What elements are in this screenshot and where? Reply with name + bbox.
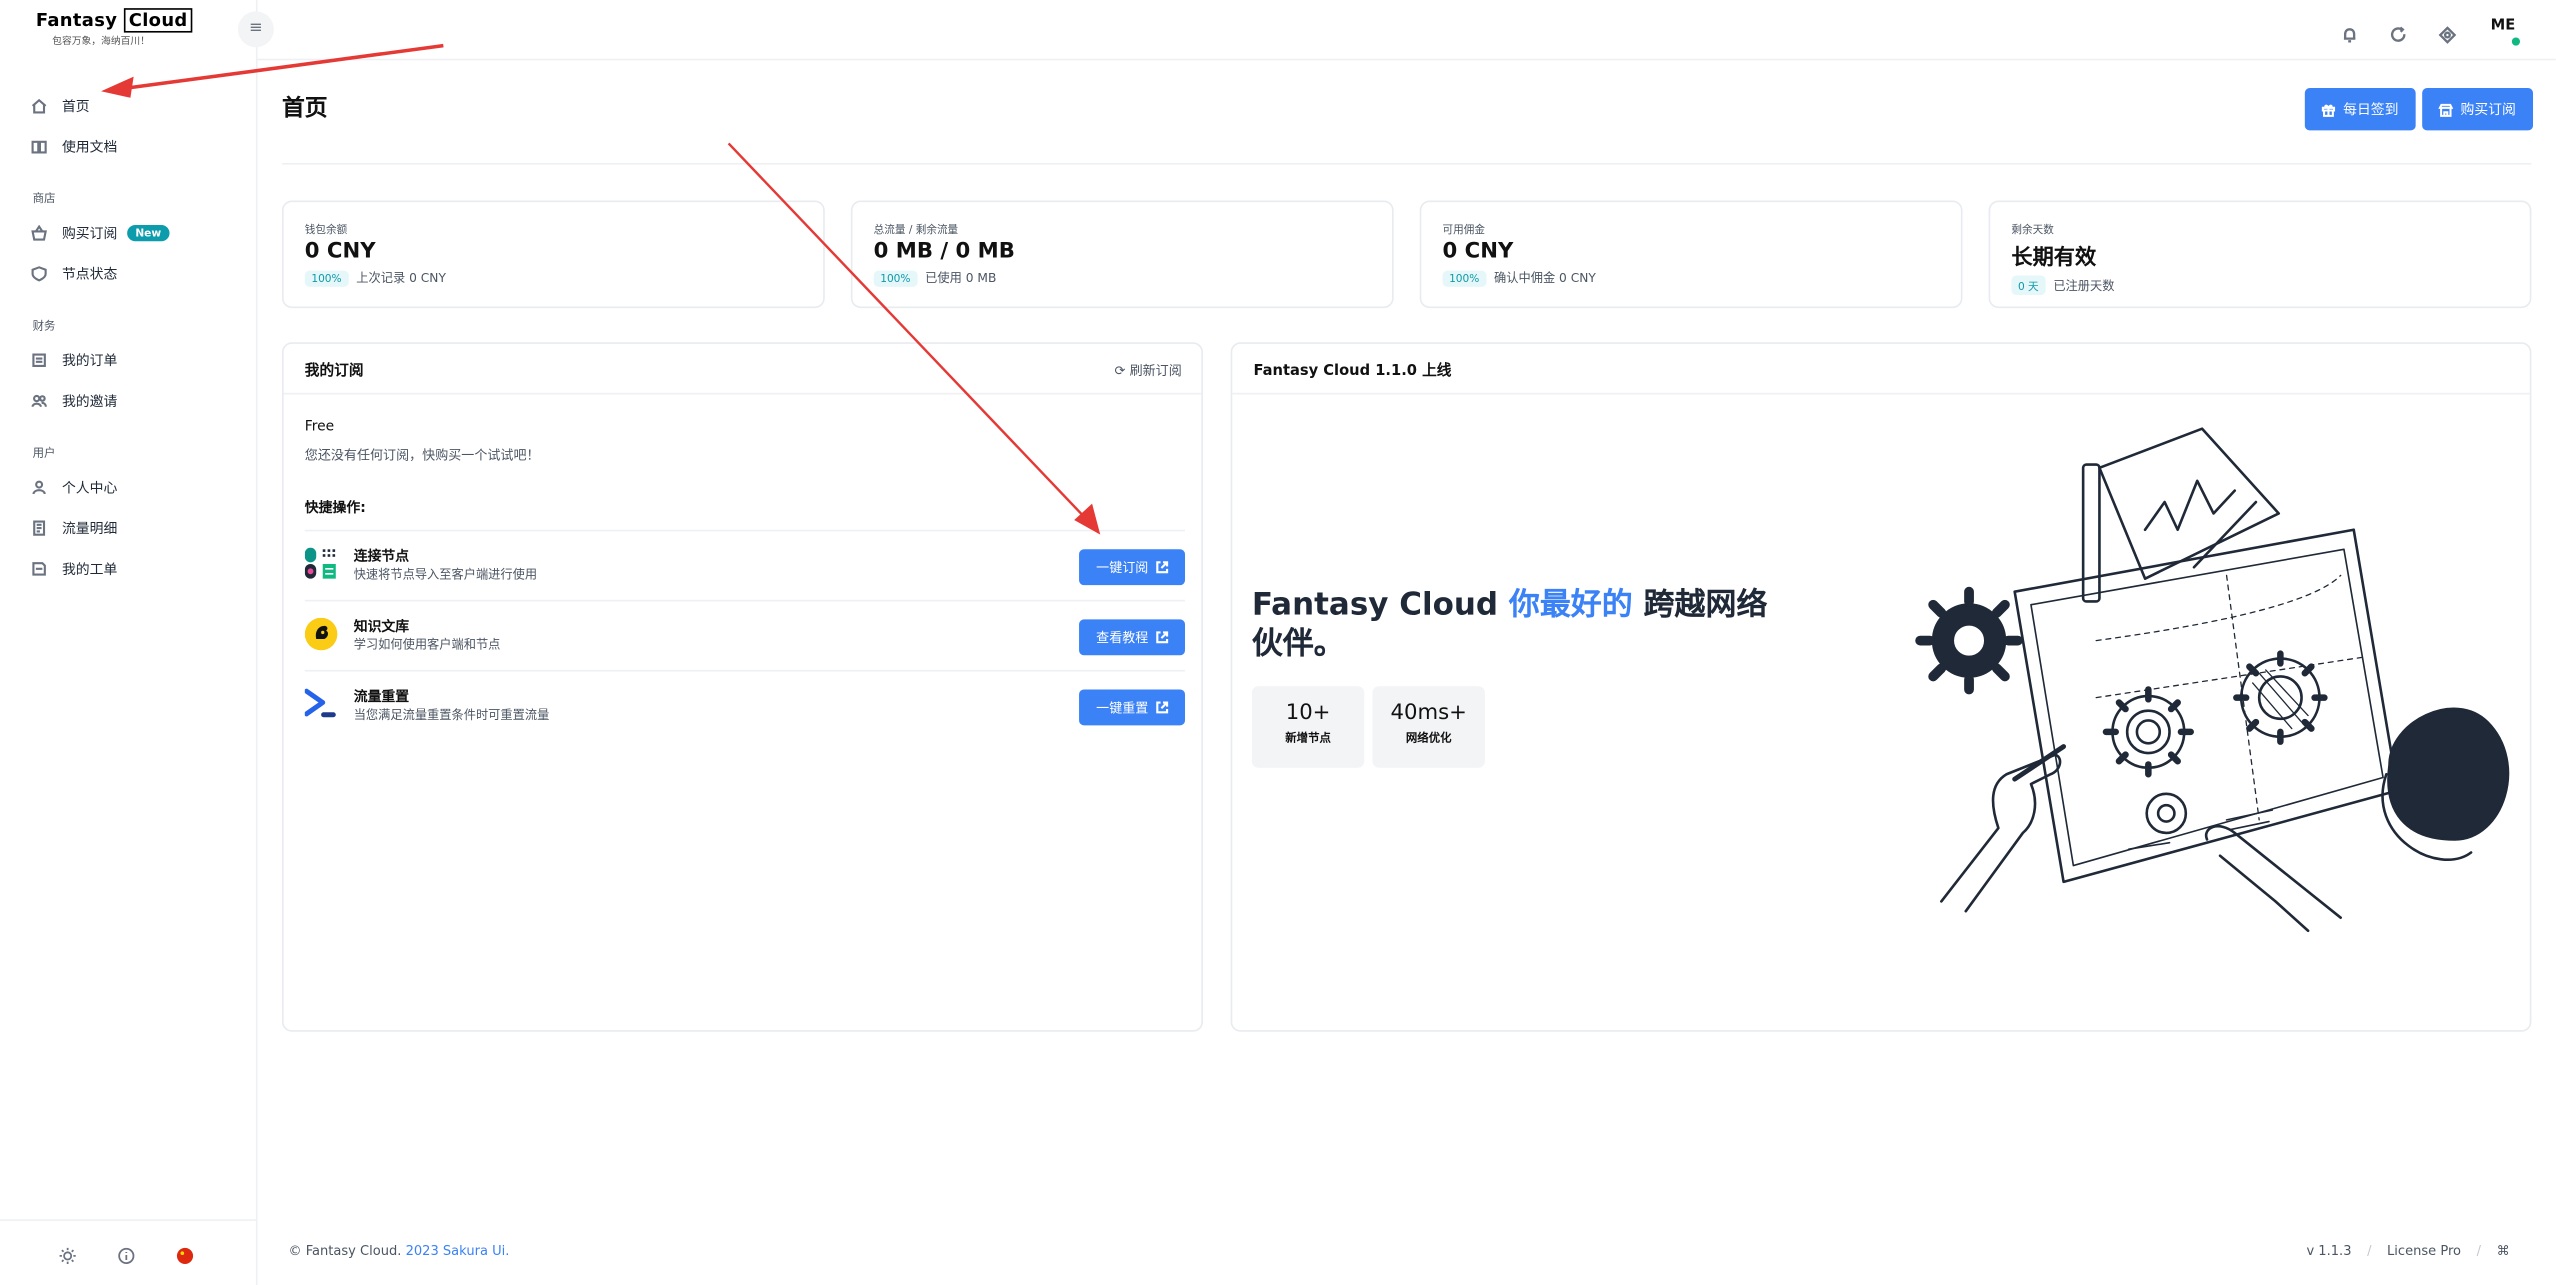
quick-action-connect: 连接节点 快速将节点导入至客户端进行使用 一键订阅 <box>304 529 1186 600</box>
refresh-icon[interactable] <box>2390 20 2408 42</box>
quick-actions-label: 快捷操作: <box>304 500 366 517</box>
user-icon <box>32 479 46 494</box>
days-badge: 0 天 <box>2011 275 2046 296</box>
sidebar-item-home[interactable]: 首页 <box>0 85 258 126</box>
buy-subscription-button[interactable]: 购买订阅 <box>2422 88 2534 131</box>
brand-name: Fantasy Cloud <box>36 8 193 33</box>
new-badge: New <box>127 224 170 241</box>
online-status-dot <box>2511 37 2520 46</box>
footer-copyright: © Fantasy Cloud. 2023 Sakura Ui. <box>288 1243 510 1259</box>
sidebar-item-docs[interactable]: 使用文档 <box>0 126 258 167</box>
announcement-card: Fantasy Cloud 1.1.0 上线 Fantasy Cloud 你最好… <box>1230 342 2532 1032</box>
percent-badge: 100% <box>873 269 918 287</box>
stat-days: 剩余天数 长期有效 0 天已注册天数 <box>1988 200 2532 309</box>
external-link-icon <box>1155 631 1168 644</box>
hero-headline: Fantasy Cloud 你最好的 跨越网络伙伴。 <box>1251 586 1768 662</box>
stat-wallet: 钱包余额 0 CNY 100% 上次记录 0 CNY <box>281 200 825 309</box>
sidebar-footer <box>0 1219 258 1285</box>
stat-traffic: 总流量 / 剩余流量 0 MB / 0 MB 100% 已使用 0 MB <box>850 200 1394 309</box>
nav-section-shop: 商店 <box>32 192 56 206</box>
command-icon[interactable]: ⌘ <box>2497 1244 2510 1259</box>
metric-network-opt: 40ms+ 网络优化 <box>1372 686 1485 768</box>
percent-badge: 100% <box>304 269 349 287</box>
version-label: v 1.1.3 <box>2306 1243 2352 1259</box>
list-icon <box>32 352 46 367</box>
percent-badge: 100% <box>1442 269 1486 287</box>
home-icon <box>31 98 47 113</box>
subscription-card: 我的订阅 ⟳ 刷新订阅 Free 您还没有任何订阅，快购买一个试试吧！ 快捷操作… <box>281 342 1203 1032</box>
brand-tagline: 包容万象，海纳百川！ <box>52 35 150 48</box>
top-bar <box>257 0 2556 61</box>
plan-name: Free <box>304 418 335 436</box>
metric-new-nodes: 10+ 新增节点 <box>1251 686 1365 768</box>
one-click-subscribe-button[interactable]: 一键订阅 <box>1079 549 1186 586</box>
license-label: License Pro <box>2387 1243 2462 1259</box>
checkin-button[interactable]: 每日签到 <box>2304 88 2416 131</box>
stat-commission: 可用佣金 0 CNY 100% 确认中佣金 0 CNY <box>1419 200 1963 309</box>
nav-section-finance: 财务 <box>32 319 56 333</box>
menu-toggle-icon[interactable]: ≡ <box>237 11 274 48</box>
settings-icon[interactable] <box>2438 20 2457 44</box>
external-link-icon <box>1155 701 1168 714</box>
shield-icon <box>31 265 47 281</box>
subscription-card-title: 我的订阅 ⟳ 刷新订阅 <box>283 344 1202 395</box>
sidebar-item-invites[interactable]: 我的邀请 <box>0 380 258 421</box>
refresh-subscription-link[interactable]: ⟳ 刷新订阅 <box>1115 362 1182 380</box>
announcement-title: Fantasy Cloud 1.1.0 上线 <box>1232 344 2530 395</box>
info-icon[interactable] <box>117 1247 135 1265</box>
knowledge-base-icon <box>304 617 338 651</box>
sidebar-item-tickets[interactable]: 我的工单 <box>0 548 258 589</box>
ticket-icon <box>32 561 46 575</box>
footer-link[interactable]: 2023 Sakura Ui. <box>406 1244 510 1259</box>
sidebar-item-nodes[interactable]: 节点状态 <box>0 253 258 294</box>
book-icon <box>31 139 47 153</box>
quick-action-knowledge: 知识文库 学习如何使用客户端和节点 查看教程 <box>304 599 1186 670</box>
one-click-reset-button[interactable]: 一键重置 <box>1079 689 1186 726</box>
sidebar-item-buy[interactable]: 购买订阅 New <box>0 212 258 253</box>
language-flag-icon[interactable] <box>176 1247 194 1265</box>
sun-icon[interactable] <box>59 1247 77 1265</box>
sidebar-item-traffic[interactable]: 流量明细 <box>0 507 258 548</box>
connect-nodes-icon <box>304 547 336 579</box>
view-tutorial-button[interactable]: 查看教程 <box>1079 619 1186 656</box>
footer-meta: v 1.1.3 / License Pro / ⌘ <box>2306 1243 2510 1259</box>
basket-icon <box>31 224 47 240</box>
avatar[interactable]: ME <box>2491 18 2516 34</box>
external-link-icon <box>1155 561 1168 574</box>
engineering-illustration <box>1915 427 2510 933</box>
brand-logo[interactable]: Fantasy Cloud 包容万象，海纳百川！ <box>36 8 193 48</box>
sidebar: Fantasy Cloud 包容万象，海纳百川！ 首页 使用文档 商店 购买订阅… <box>0 0 258 1285</box>
header-divider <box>281 163 2532 165</box>
page-title: 首页 <box>281 96 328 123</box>
empty-subscription-text: 您还没有任何订阅，快购买一个试试吧！ <box>304 448 540 463</box>
traffic-reset-icon <box>304 688 336 718</box>
shop-icon <box>2439 103 2454 117</box>
sidebar-item-profile[interactable]: 个人中心 <box>0 466 258 507</box>
bell-icon[interactable] <box>2341 20 2359 43</box>
sidebar-item-orders[interactable]: 我的订单 <box>0 339 258 380</box>
users-icon <box>31 394 48 407</box>
receipt-icon <box>33 519 46 535</box>
gift-icon <box>2322 103 2336 117</box>
quick-action-reset: 流量重置 当您满足流量重置条件时可重置流量 一键重置 <box>304 669 1186 740</box>
nav-section-user: 用户 <box>32 446 56 460</box>
sidebar-nav: 首页 使用文档 商店 购买订阅 New 节点状态 财务 我的订单 我的邀请 用户 <box>0 85 258 589</box>
